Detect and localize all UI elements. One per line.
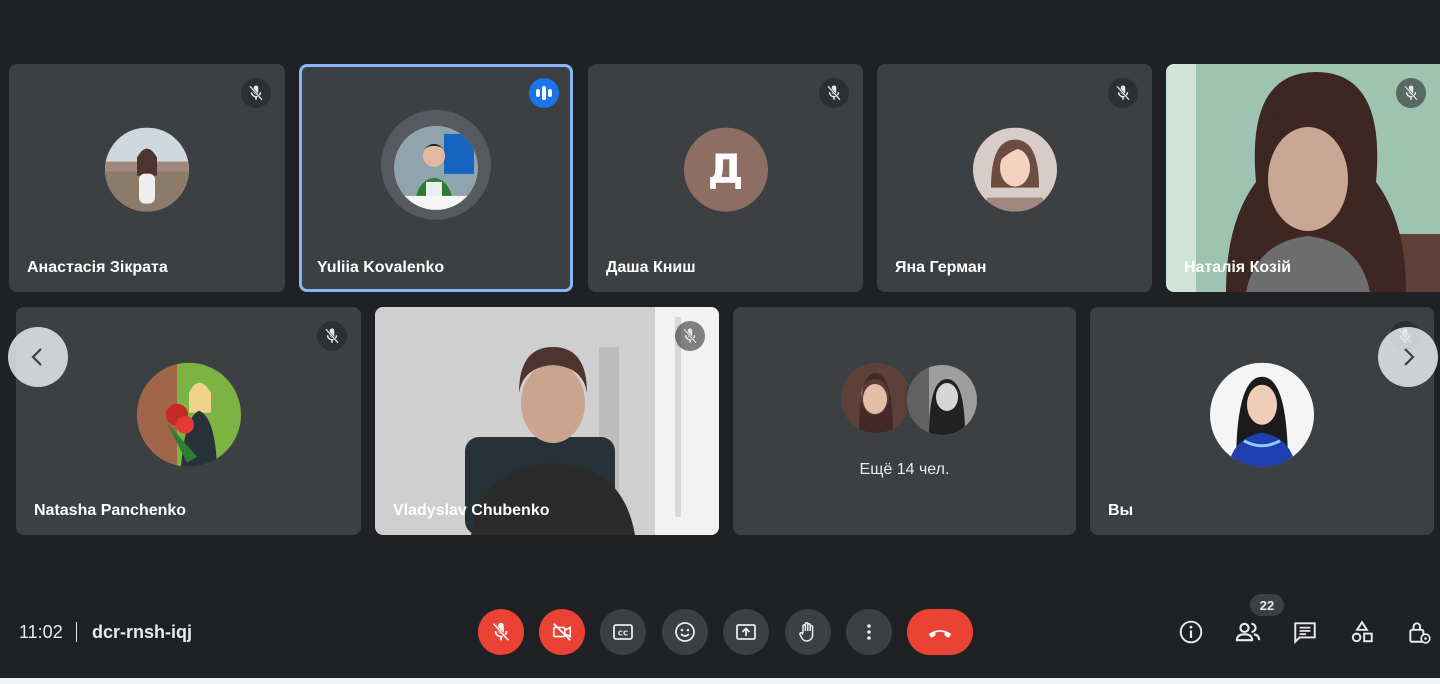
camera-off-icon — [552, 623, 572, 641]
more-avatar-1 — [841, 363, 911, 433]
meeting-details-button[interactable] — [1176, 617, 1206, 647]
participant-tile-yana[interactable]: Яна Герман — [877, 64, 1152, 292]
people-icon — [1235, 622, 1261, 642]
next-page-button[interactable] — [1378, 327, 1438, 387]
participant-name: Natasha Panchenko — [34, 502, 187, 519]
present-icon — [736, 624, 756, 640]
participant-name: Yuliia Kovalenko — [317, 259, 445, 276]
participant-name: Анастасія Зікрата — [27, 259, 168, 276]
chat-button[interactable] — [1290, 617, 1320, 647]
activities-button[interactable] — [1347, 617, 1377, 647]
more-options-button[interactable] — [846, 609, 892, 655]
svg-text:CC: CC — [618, 630, 628, 638]
participant-tile-natasha[interactable]: Natasha Panchenko — [16, 307, 361, 535]
more-participants-tile[interactable]: Ещё 14 чел. — [733, 307, 1076, 535]
raise-hand-icon — [799, 622, 814, 642]
participant-tile-dasha[interactable]: Д Даша Книш — [588, 64, 863, 292]
mic-off-icon — [819, 78, 849, 108]
avatar — [394, 125, 478, 210]
more-avatar-2 — [905, 363, 979, 437]
emoji-icon — [675, 622, 695, 642]
info-icon — [1179, 620, 1203, 644]
mic-off-icon — [317, 321, 347, 351]
mic-toggle-button[interactable] — [478, 609, 524, 655]
bottom-toolbar: 11:02 dcr-rnsh-iqj CC 22 — [0, 594, 1440, 664]
chevron-left-icon — [31, 348, 42, 366]
bottom-edge — [0, 678, 1440, 684]
avatar — [1210, 362, 1314, 467]
participant-name: Яна Герман — [895, 259, 987, 276]
captions-button[interactable]: CC — [600, 609, 646, 655]
speaking-indicator-icon — [529, 78, 559, 108]
mic-off-icon — [1108, 78, 1138, 108]
present-screen-button[interactable] — [723, 609, 769, 655]
participant-tile-natalia[interactable]: Наталія Козій — [1166, 64, 1440, 292]
participant-name: Vladyslav Chubenko — [393, 502, 550, 519]
host-controls-icon — [1409, 622, 1431, 644]
participant-tile-vladyslav[interactable]: Vladyslav Chubenko — [375, 307, 719, 535]
more-participants-label: Ещё 14 чел. — [859, 461, 950, 478]
participant-name: Вы — [1108, 502, 1134, 519]
camera-toggle-button[interactable] — [539, 609, 585, 655]
avatar — [136, 362, 241, 467]
mic-off-icon — [675, 321, 705, 351]
participant-tile-yuliia[interactable]: Yuliia Kovalenko — [299, 64, 573, 292]
chat-icon — [1294, 622, 1316, 645]
activities-icon — [1351, 620, 1373, 643]
initial-avatar: Д — [683, 127, 768, 212]
previous-page-button[interactable] — [8, 327, 68, 387]
more-options-icon — [867, 624, 871, 640]
participant-tile-anastasia[interactable]: Анастасія Зікрата — [9, 64, 285, 292]
hang-up-icon — [928, 630, 952, 638]
leave-call-button[interactable] — [907, 609, 973, 655]
divider — [76, 622, 77, 642]
chevron-right-icon — [1404, 348, 1415, 366]
host-controls-button[interactable] — [1404, 617, 1434, 647]
meeting-code: dcr-rnsh-iqj — [92, 622, 193, 642]
mic-off-icon — [492, 622, 510, 642]
captions-icon: CC — [613, 624, 633, 640]
participant-count-badge: 22 — [1250, 594, 1284, 616]
emoji-reactions-button[interactable] — [662, 609, 708, 655]
participant-name: Даша Книш — [606, 259, 696, 276]
raise-hand-button[interactable] — [785, 609, 831, 655]
mic-off-icon — [241, 78, 271, 108]
people-button[interactable] — [1233, 617, 1263, 647]
avatar — [972, 127, 1057, 212]
mic-off-icon — [1396, 78, 1426, 108]
avatar — [105, 127, 189, 212]
video-feed — [375, 307, 719, 535]
participant-name: Наталія Козій — [1184, 259, 1292, 276]
meeting-time: 11:02 — [19, 622, 63, 642]
